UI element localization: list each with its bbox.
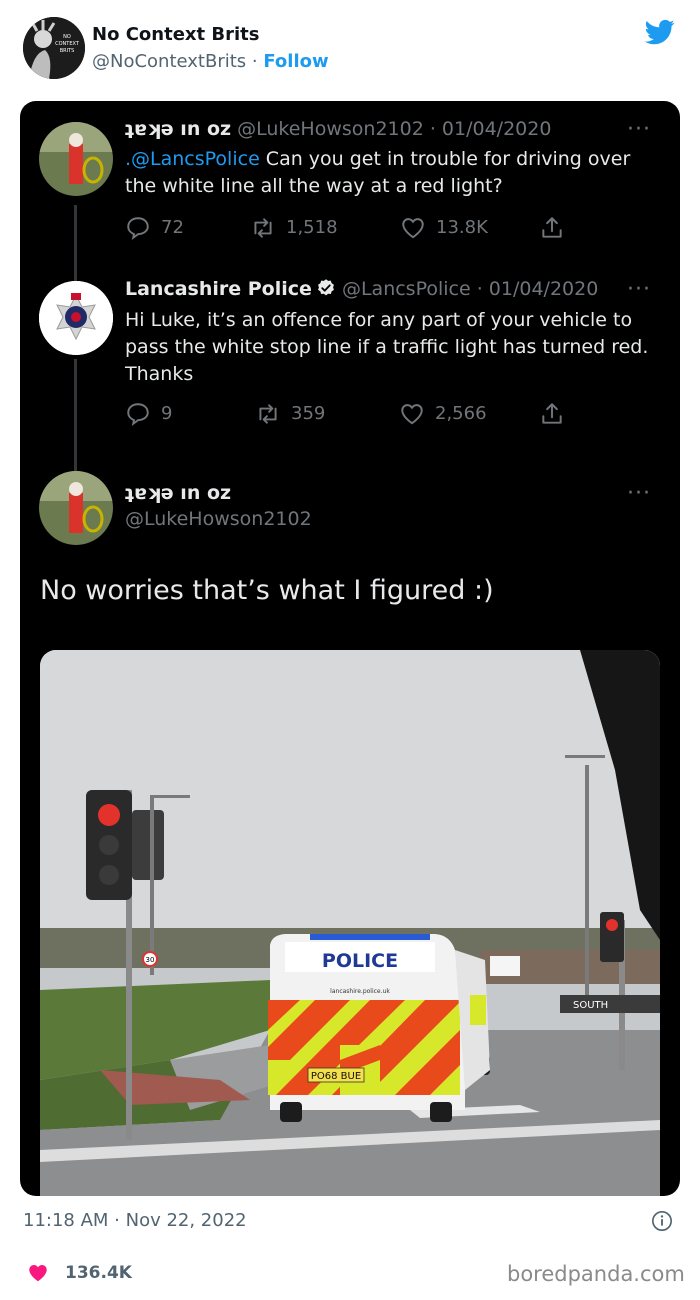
author-avatar[interactable]: NO CONTEXT BRITS — [23, 17, 85, 79]
reply-count: 9 — [161, 403, 173, 424]
reply-count: 72 — [161, 217, 184, 238]
tweet-photo[interactable]: SOUTH 30 POLICE lancashire.police.uk PO6… — [40, 650, 660, 1196]
like-count: 13.8K — [436, 217, 488, 238]
share-icon — [542, 403, 562, 424]
luke-avatar[interactable] — [39, 471, 113, 545]
avatar-text-1: NO — [63, 34, 71, 40]
reply-icon — [127, 403, 149, 427]
outer-like-count: 136.4K — [65, 1263, 132, 1283]
reply-icon — [127, 217, 149, 241]
outer-like-button[interactable]: 136.4K — [27, 1262, 132, 1284]
follow-button[interactable]: Follow — [263, 51, 328, 72]
handle-separator: · — [246, 51, 264, 72]
thread-connector — [74, 205, 77, 281]
speed-sign-text: 30 — [146, 956, 155, 964]
tweet2-actions: 9 359 2,566 — [125, 399, 585, 429]
tweet2-name[interactable]: Lancashire Police — [125, 278, 312, 300]
retweet-button[interactable]: 1,518 — [250, 213, 338, 243]
luke-avatar[interactable] — [39, 122, 113, 196]
author-name[interactable]: No Context Brits — [92, 24, 259, 45]
like-button[interactable]: 13.8K — [400, 213, 488, 243]
author-handle[interactable]: @NoContextBrits — [92, 51, 246, 72]
tweet3-name-line: ʇɐʞǝ ın oz — [125, 482, 231, 504]
embedded-screenshot[interactable]: ʇɐʞǝ ın oz @LukeHowson2102 · 01/04/2020 … — [20, 101, 680, 1196]
more-options-icon[interactable]: ··· — [627, 277, 651, 302]
like-count: 2,566 — [435, 403, 487, 424]
twitter-logo-icon[interactable] — [643, 17, 677, 47]
tweet1-handle-date: @LukeHowson2102 · 01/04/2020 — [237, 118, 552, 140]
verified-badge-icon — [318, 279, 334, 296]
more-options-icon[interactable]: ··· — [627, 117, 651, 142]
van-url-text: lancashire.police.uk — [330, 988, 390, 995]
tweet-timestamp[interactable]: 11:18 AM · Nov 22, 2022 — [23, 1210, 247, 1231]
road-sign-text: SOUTH — [573, 1000, 608, 1011]
share-button[interactable] — [539, 399, 575, 429]
share-icon — [542, 217, 562, 238]
retweet-count: 359 — [291, 403, 326, 424]
tweet1-actions: 72 1,518 13.8K — [125, 213, 585, 243]
reply-button[interactable]: 72 — [125, 213, 184, 243]
tweet3-text: No worries that’s what I figured :) — [40, 575, 494, 606]
reply-button[interactable]: 9 — [125, 399, 172, 429]
tweet3-handle-line: @LukeHowson2102 — [125, 508, 312, 530]
police-van: POLICE lancashire.police.uk PO68 BUE — [268, 934, 490, 1122]
tweet3-name[interactable]: ʇɐʞǝ ın oz — [125, 482, 231, 504]
outer-tweet-header: NO CONTEXT BRITS No Context Brits @NoCon… — [0, 0, 700, 100]
info-icon[interactable] — [651, 1210, 673, 1232]
tweet1-name[interactable]: ʇɐʞǝ ın oz — [125, 118, 231, 140]
mention-link[interactable]: .@LancsPolice — [125, 148, 260, 170]
heart-icon — [402, 218, 424, 239]
author-handle-line: @NoContextBrits · Follow — [92, 51, 329, 72]
tweet1-text: .@LancsPolice Can you get in trouble for… — [125, 146, 655, 200]
heart-icon — [401, 404, 423, 425]
retweet-count: 1,518 — [286, 217, 338, 238]
lancs-police-avatar[interactable] — [39, 281, 113, 355]
avatar-text-3: BRITS — [60, 48, 75, 54]
like-button[interactable]: 2,566 — [399, 399, 487, 429]
avatar-text-2: CONTEXT — [55, 41, 80, 47]
retweet-icon — [254, 218, 272, 238]
retweet-icon — [259, 404, 277, 424]
tweet1-header: ʇɐʞǝ ın oz @LukeHowson2102 · 01/04/2020 — [125, 118, 551, 140]
heart-filled-icon — [29, 1265, 47, 1282]
retweet-button[interactable]: 359 — [255, 399, 325, 429]
more-options-icon[interactable]: ··· — [627, 481, 651, 506]
tweet2-text: Hi Luke, it’s an offence for any part of… — [125, 309, 649, 385]
tweet2-header: Lancashire Police @LancsPolice · 01/04/2… — [125, 278, 598, 300]
tweet2-handle-date: @LancsPolice · 01/04/2020 — [341, 278, 599, 300]
watermark: boredpanda.com — [507, 1262, 685, 1286]
tweet3-handle[interactable]: @LukeHowson2102 — [125, 508, 312, 530]
thread-connector — [74, 359, 77, 471]
van-police-text: POLICE — [322, 950, 398, 972]
van-plate-text: PO68 BUE — [311, 1071, 361, 1082]
share-button[interactable] — [539, 213, 575, 243]
